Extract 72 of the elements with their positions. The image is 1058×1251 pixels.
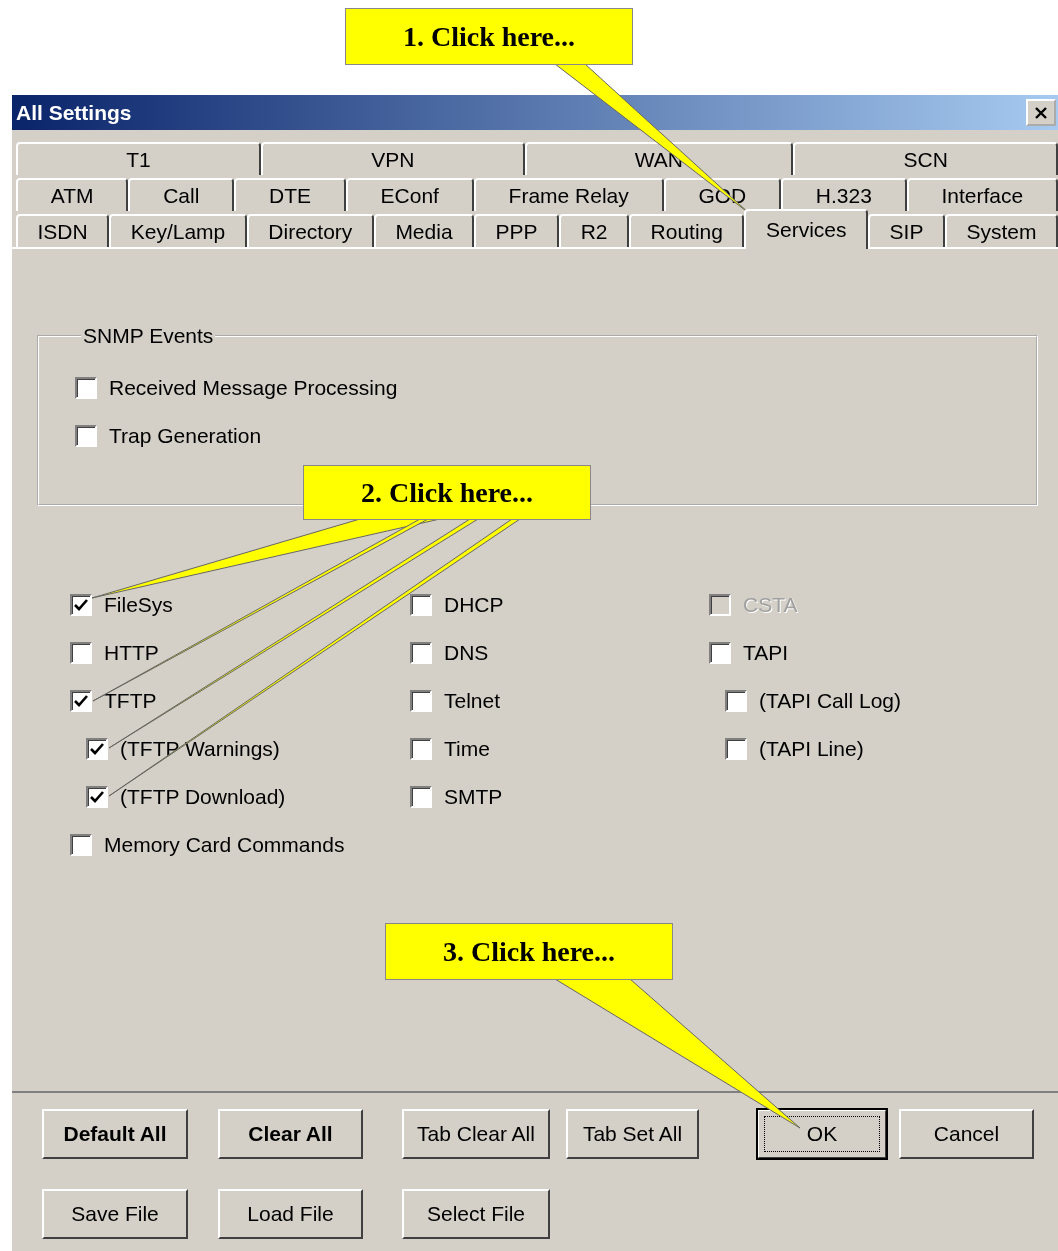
tab[interactable]: PPP <box>474 214 560 247</box>
dialog-button[interactable]: Cancel <box>899 1109 1034 1159</box>
checkbox-label: Telnet <box>444 689 501 713</box>
tab[interactable]: EConf <box>345 178 474 211</box>
checkbox-label: (TFTP Warnings) <box>120 737 280 761</box>
checkbox[interactable] <box>86 786 108 808</box>
callout-box: 2. Click here... <box>303 465 591 520</box>
close-icon <box>1033 105 1049 120</box>
checkbox[interactable] <box>86 738 108 760</box>
tab[interactable]: ATM <box>16 178 129 211</box>
check-icon <box>89 741 105 757</box>
tab[interactable]: DTE <box>234 178 346 211</box>
tab[interactable]: Services <box>744 209 869 249</box>
checkbox-label: Memory Card Commands <box>104 833 345 857</box>
checkbox-label: DHCP <box>444 593 504 617</box>
dialog-button[interactable]: OK <box>757 1109 887 1159</box>
checkbox-label: TFTP <box>104 689 157 713</box>
checkbox-label: (TAPI Call Log) <box>759 689 901 713</box>
dialog-button[interactable]: Clear All <box>218 1109 363 1159</box>
tab[interactable]: H.323 <box>781 178 907 211</box>
tab[interactable]: VPN <box>260 142 525 175</box>
tab[interactable]: Call <box>128 178 235 211</box>
checkbox-label: (TFTP Download) <box>120 785 286 809</box>
tab[interactable]: SCN <box>793 142 1058 175</box>
checkbox[interactable] <box>70 690 92 712</box>
check-icon <box>73 597 89 613</box>
checkbox[interactable] <box>725 738 747 760</box>
checkbox[interactable] <box>410 786 432 808</box>
checkbox-label: SMTP <box>444 785 503 809</box>
checkbox-label: TAPI <box>743 641 789 665</box>
tab[interactable]: R2 <box>559 214 630 247</box>
dialog-button[interactable]: Load File <box>218 1189 363 1239</box>
checkbox-label: Received Message Processing <box>109 376 398 400</box>
checkbox[interactable] <box>410 594 432 616</box>
tab[interactable]: System <box>944 214 1058 247</box>
checkbox[interactable] <box>410 738 432 760</box>
checkbox[interactable] <box>70 594 92 616</box>
group-title: SNMP Events <box>82 324 215 348</box>
check-icon <box>73 693 89 709</box>
tab[interactable]: Media <box>373 214 475 247</box>
checkbox[interactable] <box>75 425 97 447</box>
window-title: All Settings <box>16 100 132 125</box>
tab[interactable]: SIP <box>868 214 945 247</box>
check-icon <box>89 789 105 805</box>
callout-box: 1. Click here... <box>345 8 633 65</box>
checkbox[interactable] <box>75 377 97 399</box>
close-button[interactable] <box>1026 99 1056 126</box>
checkbox-label: DNS <box>444 641 489 665</box>
dialog-button[interactable]: Tab Set All <box>566 1109 699 1159</box>
callout-box: 3. Click here... <box>385 923 673 980</box>
tab[interactable]: Routing <box>629 214 745 247</box>
tab[interactable]: Interface <box>906 178 1058 211</box>
checkbox-label: (TAPI Line) <box>759 737 864 761</box>
dialog-button[interactable]: Default All <box>42 1109 188 1159</box>
checkbox[interactable] <box>410 690 432 712</box>
tab[interactable]: Key/Lamp <box>109 214 247 247</box>
checkbox-label: HTTP <box>104 641 159 665</box>
checkbox[interactable] <box>725 690 747 712</box>
dialog-button[interactable]: Save File <box>42 1189 188 1239</box>
checkbox-label: FileSys <box>104 593 173 617</box>
checkbox[interactable] <box>709 642 731 664</box>
checkbox[interactable] <box>70 642 92 664</box>
checkbox-label: Trap Generation <box>109 424 262 448</box>
dialog-button[interactable]: Tab Clear All <box>402 1109 550 1159</box>
tab[interactable]: ISDN <box>16 214 110 247</box>
tab[interactable]: T1 <box>16 142 261 175</box>
checkbox[interactable] <box>70 834 92 856</box>
dialog-button[interactable]: Select File <box>402 1189 550 1239</box>
checkbox[interactable] <box>410 642 432 664</box>
tab[interactable]: Frame Relay <box>473 178 664 211</box>
checkbox-label: Time <box>444 737 490 761</box>
tab[interactable]: Directory <box>246 214 374 247</box>
